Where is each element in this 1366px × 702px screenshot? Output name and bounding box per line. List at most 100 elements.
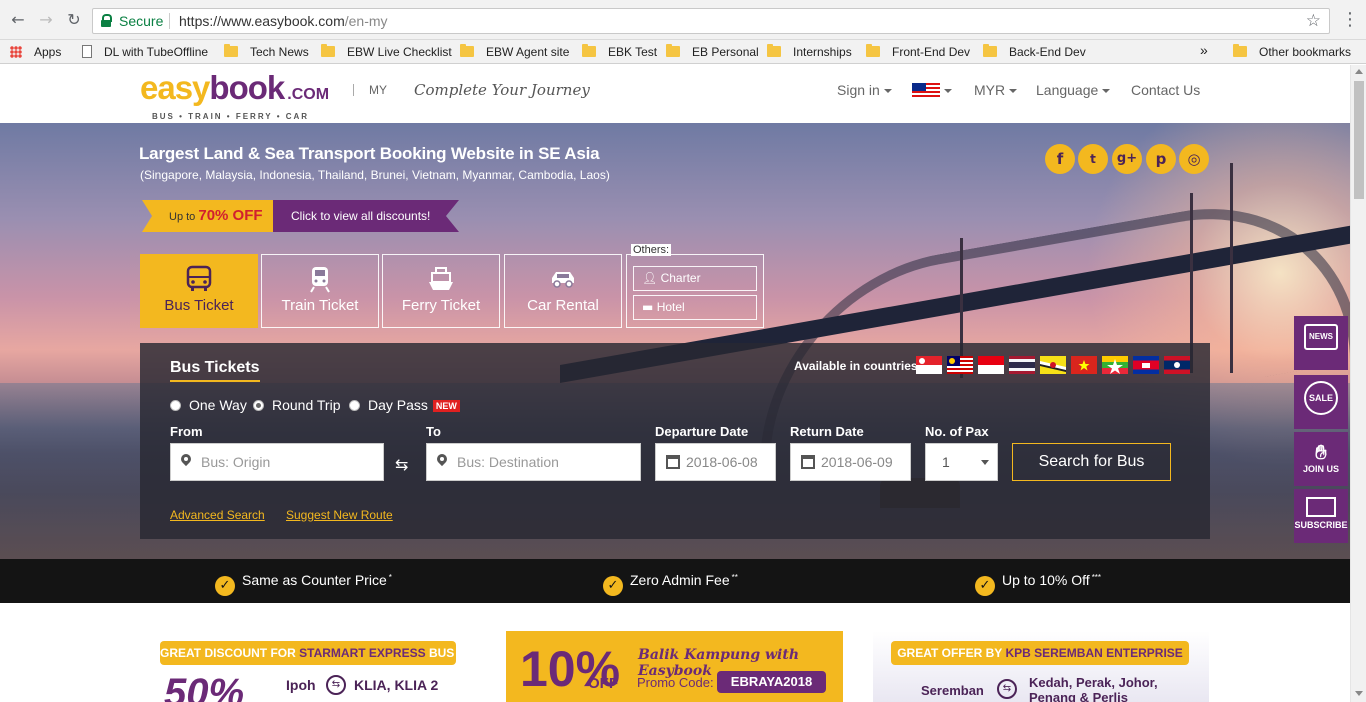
bookmark-other[interactable]: Other bookmarks bbox=[1233, 44, 1351, 60]
sale-side-button[interactable]: SALE bbox=[1294, 375, 1348, 429]
bookmark-ebw-agent-site[interactable]: EBW Agent site bbox=[460, 44, 569, 60]
banner-destination: Kedah, Perak, Johor, Penang & Perlis bbox=[1029, 675, 1158, 702]
tab-car-rental[interactable]: Car Rental bbox=[504, 254, 622, 328]
destination-placeholder: Bus: Destination bbox=[457, 454, 559, 470]
benefit-up-to-10-off: ✓ Up to 10% Off *** bbox=[975, 572, 1101, 596]
radio-selected-icon bbox=[253, 400, 264, 411]
lock-icon bbox=[101, 14, 112, 27]
reload-icon[interactable]: ↻ bbox=[64, 10, 84, 30]
vietnam-flag-icon[interactable] bbox=[1071, 356, 1097, 374]
contact-us-link[interactable]: Contact Us bbox=[1131, 82, 1200, 98]
advanced-search-link[interactable]: Advanced Search bbox=[170, 508, 265, 522]
bookmark-apps[interactable]: Apps bbox=[10, 44, 61, 60]
banner-balik-kampung[interactable]: 10% OFF Balik Kampung with Easybook Prom… bbox=[506, 631, 843, 702]
easybook-logo[interactable]: easybook .COM BUS • TRAIN • FERRY • CAR bbox=[140, 69, 329, 121]
bookmark-tech-news[interactable]: Tech News bbox=[224, 44, 309, 60]
thailand-flag-icon[interactable] bbox=[1009, 356, 1035, 374]
language-menu[interactable]: Language bbox=[1036, 82, 1111, 98]
lamp-post bbox=[1230, 163, 1233, 373]
brunei-flag-icon[interactable] bbox=[1040, 356, 1066, 374]
calendar-icon bbox=[801, 455, 815, 469]
scroll-thumb[interactable] bbox=[1354, 81, 1364, 199]
origin-input[interactable]: Bus: Origin bbox=[170, 443, 384, 481]
tab-bus-ticket[interactable]: Bus Ticket bbox=[140, 254, 258, 328]
logo-divider bbox=[353, 84, 354, 96]
bookmarks-overflow[interactable]: » bbox=[1200, 42, 1208, 58]
benefit-text: Same as Counter Price bbox=[242, 572, 387, 588]
bookmark-ebw-live-checklist[interactable]: EBW Live Checklist bbox=[321, 44, 452, 60]
bookmark-internships[interactable]: Internships bbox=[767, 44, 852, 60]
subscribe-side-button[interactable]: SUBSCRIBE bbox=[1294, 489, 1348, 543]
pinterest-icon[interactable]: p bbox=[1146, 144, 1176, 174]
url-host: https://www.easybook.com bbox=[179, 13, 345, 29]
radio-day-pass[interactable]: Day Pass NEW bbox=[349, 397, 460, 413]
malaysia-flag-icon[interactable] bbox=[947, 356, 973, 374]
radio-round-trip[interactable]: Round Trip bbox=[253, 397, 340, 413]
page-scrollbar[interactable] bbox=[1350, 65, 1366, 702]
map-pin-icon bbox=[437, 454, 447, 468]
forward-arrow-icon[interactable]: → bbox=[36, 10, 56, 30]
promo-code-value: EBRAYA2018 bbox=[717, 671, 826, 693]
tab-train-ticket[interactable]: Train Ticket bbox=[261, 254, 379, 328]
pax-select[interactable]: 1 bbox=[925, 443, 998, 481]
destination-input[interactable]: Bus: Destination bbox=[426, 443, 641, 481]
bookmark-star-icon[interactable]: ☆ bbox=[1306, 11, 1321, 31]
signin-label: Sign in bbox=[837, 82, 880, 98]
chrome-menu-icon[interactable]: ⋮ bbox=[1340, 10, 1360, 30]
suggest-new-route-link[interactable]: Suggest New Route bbox=[286, 508, 393, 522]
twitter-icon[interactable]: t bbox=[1078, 144, 1108, 174]
envelope-icon bbox=[1306, 497, 1336, 517]
swap-arrows-icon[interactable]: ⇆ bbox=[395, 455, 408, 474]
join-us-side-button[interactable]: ✋︎ JOIN US bbox=[1294, 432, 1348, 486]
benefits-bar: ✓ Same as Counter Price * ✓ Zero Admin Fee *… bbox=[0, 559, 1350, 603]
bookmark-ebk-test[interactable]: EBK Test bbox=[582, 44, 657, 60]
myanmar-flag-icon[interactable] bbox=[1102, 356, 1128, 374]
heading-bold: STARMART EXPRESS bbox=[299, 646, 426, 660]
bus-icon bbox=[184, 265, 214, 293]
banner-starmart-express[interactable]: GREAT DISCOUNT FOR STARMART EXPRESS BUS … bbox=[140, 631, 470, 702]
tab-label: Car Rental bbox=[527, 297, 599, 314]
url-text[interactable]: https://www.easybook.com/en-my bbox=[179, 13, 388, 29]
bookmark-label: EB Personal bbox=[692, 45, 759, 59]
person-icon: 👤︎ bbox=[642, 271, 658, 285]
scroll-up-arrow-icon[interactable] bbox=[1355, 69, 1363, 74]
charter-label: Charter bbox=[660, 271, 701, 285]
tab-hotel[interactable]: ▬ Hotel bbox=[633, 295, 757, 320]
browser-toolbar: ← → ↻ Secure https://www.easybook.com/en… bbox=[0, 0, 1366, 40]
radio-one-way[interactable]: One Way bbox=[170, 397, 247, 413]
instagram-icon[interactable]: ◎ bbox=[1179, 144, 1209, 174]
facebook-icon[interactable]: f bbox=[1045, 144, 1075, 174]
news-side-button[interactable]: NEWS bbox=[1294, 316, 1348, 370]
to-label: To bbox=[426, 424, 441, 439]
radio-icon bbox=[349, 400, 360, 411]
bookmark-dl-tubeoffline[interactable]: DL with TubeOffline bbox=[82, 44, 208, 60]
cambodia-flag-icon[interactable] bbox=[1133, 356, 1159, 374]
departure-date-input[interactable]: 2018-06-08 bbox=[655, 443, 776, 481]
singapore-flag-icon[interactable] bbox=[916, 356, 942, 374]
google-plus-icon[interactable]: g+ bbox=[1112, 144, 1142, 174]
promo-discount-tag: Up to 70% OFF bbox=[142, 200, 273, 232]
back-arrow-icon[interactable]: ← bbox=[8, 10, 28, 30]
bookmark-eb-personal[interactable]: EB Personal bbox=[666, 44, 759, 60]
banner-kpb-seremban[interactable]: GREAT OFFER BY KPB SEREMBAN ENTERPRISE S… bbox=[873, 631, 1209, 702]
currency-menu[interactable]: MYR bbox=[974, 82, 1018, 98]
promo-percent: 70% OFF bbox=[198, 207, 263, 224]
signin-menu[interactable]: Sign in bbox=[837, 82, 892, 98]
banner-heading: GREAT OFFER BY KPB SEREMBAN ENTERPRISE bbox=[891, 641, 1189, 665]
tab-charter[interactable]: 👤︎ Charter bbox=[633, 266, 757, 291]
bookmarks-bar: Apps DL with TubeOffline Tech News EBW L… bbox=[0, 40, 1366, 64]
laos-flag-icon[interactable] bbox=[1164, 356, 1190, 374]
available-countries-label: Available in countries: bbox=[794, 359, 922, 373]
search-for-bus-button[interactable]: Search for Bus bbox=[1012, 443, 1171, 481]
pax-value: 1 bbox=[942, 454, 950, 470]
bookmark-front-end-dev[interactable]: Front-End Dev bbox=[866, 44, 970, 60]
banner-off-label: OFF bbox=[588, 675, 618, 692]
address-bar[interactable]: Secure https://www.easybook.com/en-my ☆ bbox=[92, 8, 1330, 34]
tab-ferry-ticket[interactable]: Ferry Ticket bbox=[382, 254, 500, 328]
scroll-down-arrow-icon[interactable] bbox=[1355, 691, 1363, 696]
bookmark-back-end-dev[interactable]: Back-End Dev bbox=[983, 44, 1086, 60]
indonesia-flag-icon[interactable] bbox=[978, 356, 1004, 374]
country-flag-menu[interactable] bbox=[912, 82, 952, 98]
return-date-input[interactable]: 2018-06-09 bbox=[790, 443, 911, 481]
chevron-down-icon bbox=[981, 460, 989, 465]
